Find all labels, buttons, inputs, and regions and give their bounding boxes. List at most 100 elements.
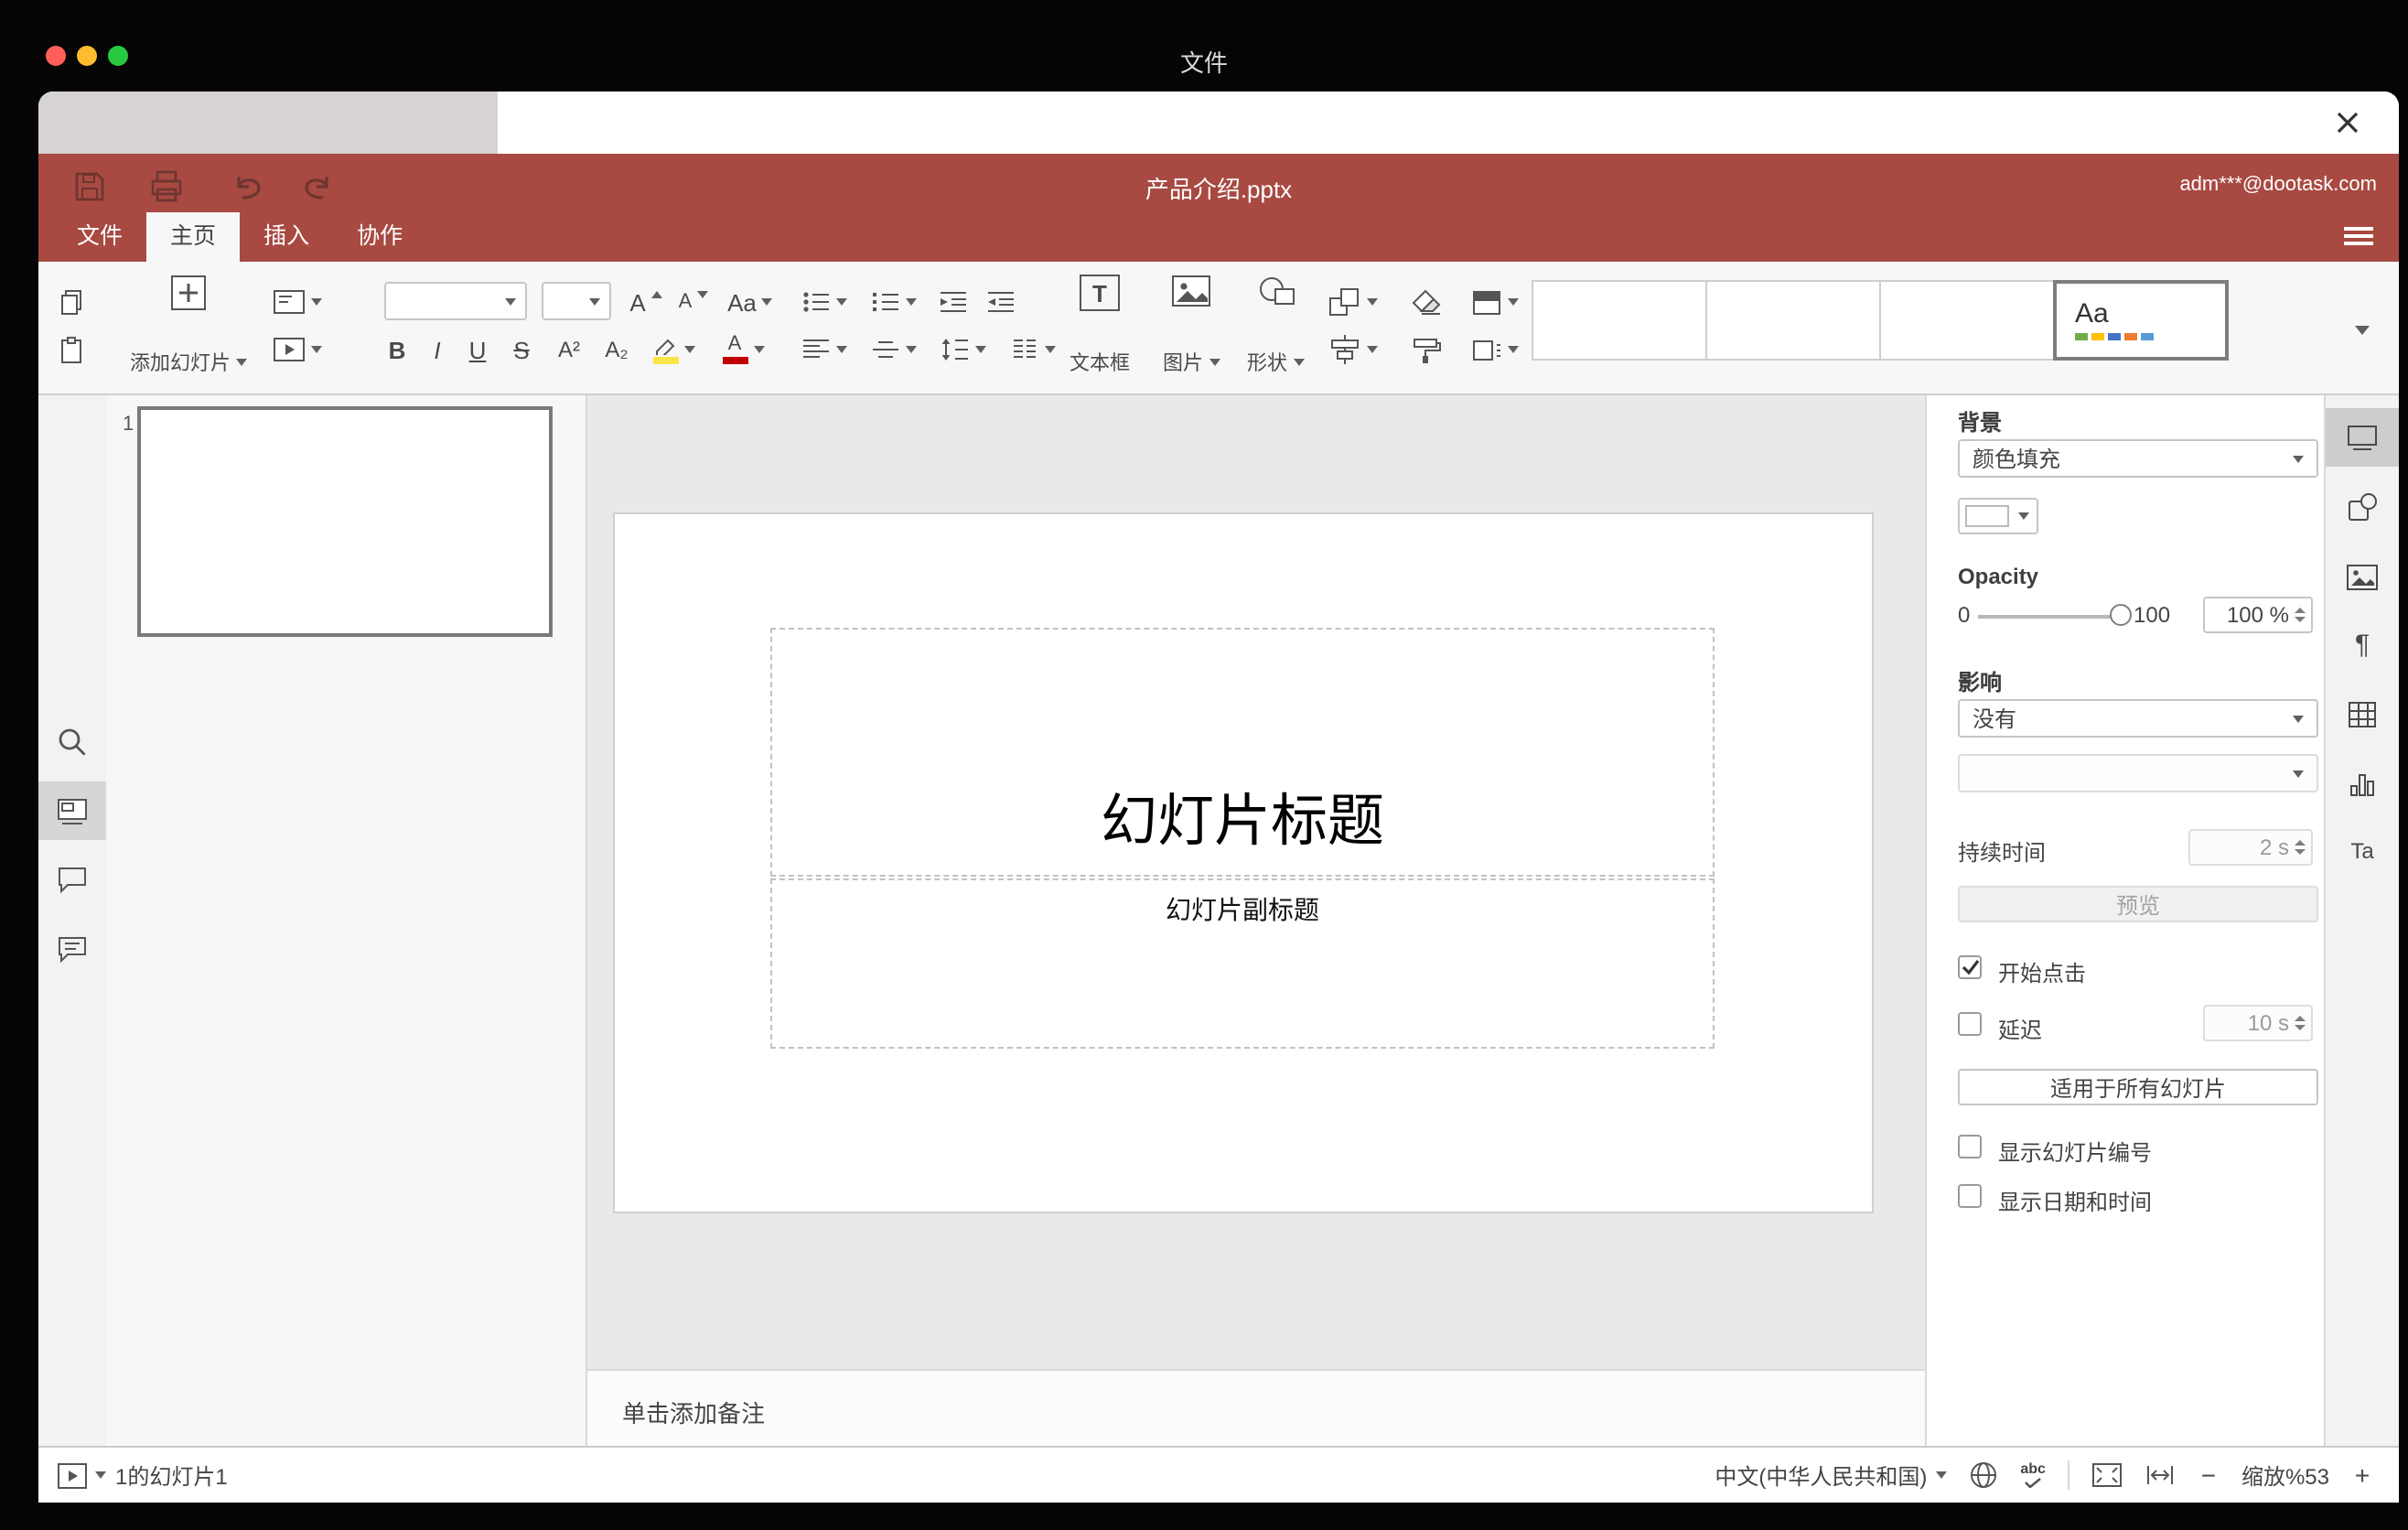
start-on-click-checkbox[interactable] (1958, 955, 1982, 979)
spinner-arrows-icon[interactable] (2295, 607, 2306, 623)
italic-button[interactable]: I (419, 329, 456, 370)
chart-settings-tab[interactable] (2326, 754, 2399, 813)
font-dec-letter: A (678, 290, 693, 312)
spinner-arrows-icon[interactable] (2295, 839, 2306, 856)
search-button[interactable] (38, 712, 106, 770)
numbering-button[interactable] (862, 282, 924, 322)
set-language-button[interactable] (1969, 1460, 1998, 1490)
background-fill-select[interactable]: 颜色填充 (1958, 439, 2318, 478)
bullets-button[interactable] (792, 282, 855, 322)
comments-button[interactable] (38, 851, 106, 910)
window-title: 文件 (1179, 49, 1228, 77)
zoom-in-button[interactable]: + (2351, 1460, 2373, 1490)
image-settings-tab[interactable] (2326, 547, 2399, 606)
subtitle-placeholder[interactable]: 幻灯片副标题 (770, 878, 1715, 1049)
theme-gallery-more-button[interactable] (2340, 309, 2384, 350)
show-slide-number-checkbox[interactable] (1958, 1135, 1982, 1158)
delay-checkbox[interactable] (1958, 1012, 1982, 1036)
slide-fill-button[interactable] (1462, 282, 1528, 322)
line-spacing-button[interactable] (931, 329, 994, 370)
shape-settings-tab[interactable] (2326, 478, 2399, 536)
fill-color-picker[interactable] (1958, 498, 2038, 534)
slide-settings-tab[interactable] (2326, 408, 2399, 467)
columns-button[interactable] (1001, 329, 1063, 370)
title-placeholder[interactable]: 幻灯片标题 (770, 628, 1715, 877)
increase-indent-button[interactable] (979, 282, 1023, 322)
fit-width-button[interactable] (2145, 1462, 2176, 1488)
delay-value: 10 s (2247, 1010, 2289, 1036)
slide-thumbnails-panel: 1 (106, 395, 587, 1446)
clear-style-button[interactable] (1403, 282, 1447, 322)
vertical-align-button[interactable] (862, 329, 924, 370)
spinner-arrows-icon[interactable] (2295, 1015, 2306, 1031)
slide-thumbnail-1[interactable] (137, 406, 553, 637)
slide-layout-button[interactable] (265, 282, 328, 322)
effect-type-select[interactable] (1958, 754, 2318, 792)
tab-home[interactable]: 主页 (146, 212, 241, 262)
language-selector[interactable]: 中文(中华人民共和国) (1715, 1460, 1948, 1491)
subscript-button[interactable]: A₂ (595, 329, 639, 370)
theme-option-3[interactable] (1879, 280, 2055, 361)
align-shape-button[interactable] (1319, 329, 1385, 370)
copy-style-button[interactable] (1403, 329, 1447, 370)
menu-icon[interactable] (2344, 227, 2373, 245)
comment-icon (59, 867, 86, 894)
font-name-combo[interactable] (384, 282, 527, 320)
opacity-slider-knob[interactable] (2110, 604, 2132, 626)
add-slide-button[interactable]: 添加幻灯片 (115, 269, 262, 386)
apply-to-all-slides-button[interactable]: 适用于所有幻灯片 (1958, 1069, 2318, 1105)
slides-panel-button[interactable] (38, 781, 106, 840)
notes-area[interactable]: 单击添加备注 (587, 1369, 1925, 1446)
underline-button[interactable]: U (459, 329, 496, 370)
editor-canvas[interactable]: 幻灯片标题 幻灯片副标题 (587, 395, 1925, 1369)
tab-collaboration[interactable]: 协作 (333, 212, 426, 262)
change-layout-button[interactable] (1462, 329, 1528, 370)
horizontal-align-button[interactable] (792, 329, 855, 370)
duration-value: 2 s (2259, 835, 2289, 860)
slide-canvas[interactable]: 幻灯片标题 幻灯片副标题 (615, 514, 1872, 1212)
slide-title-text: 幻灯片标题 (1101, 789, 1384, 853)
tab-insert[interactable]: 插入 (240, 212, 333, 262)
delay-label: 延迟 (1998, 1018, 2043, 1043)
arrange-shape-button[interactable] (1319, 282, 1385, 322)
theme-option-2[interactable] (1705, 280, 1881, 361)
highlight-color-button[interactable] (642, 329, 704, 370)
insert-image-button[interactable]: 图片 (1151, 269, 1231, 386)
start-slideshow-button[interactable] (265, 329, 328, 370)
textart-settings-tab[interactable]: Ta (2326, 822, 2399, 880)
copy-button[interactable] (49, 282, 93, 322)
chevron-down-icon (974, 346, 985, 353)
fit-slide-button[interactable] (2091, 1462, 2123, 1488)
start-slideshow-status-button[interactable] (57, 1461, 106, 1489)
font-color-button[interactable]: A (712, 329, 774, 370)
close-icon[interactable] (2333, 108, 2362, 137)
preview-button[interactable]: 预览 (1958, 886, 2318, 922)
strikethrough-button[interactable]: S (503, 329, 540, 370)
superscript-button[interactable]: A² (547, 329, 591, 370)
theme-option-selected[interactable]: Aa (2053, 280, 2229, 361)
chevron-down-icon (1366, 298, 1377, 306)
delay-field[interactable]: 10 s (2203, 1005, 2313, 1041)
decrease-indent-button[interactable] (931, 282, 975, 322)
paragraph-settings-tab[interactable]: ¶ (2326, 615, 2399, 673)
effect-select[interactable]: 没有 (1958, 699, 2318, 738)
theme-option-1[interactable] (1532, 280, 1707, 361)
change-case-button[interactable]: Aa (719, 282, 781, 322)
show-date-checkbox[interactable] (1958, 1184, 1982, 1208)
spellcheck-button[interactable]: abc (2020, 1461, 2046, 1488)
tab-file[interactable]: 文件 (53, 212, 146, 262)
paste-button[interactable] (49, 329, 93, 370)
opacity-slider[interactable] (1978, 615, 2124, 619)
insert-shape-button[interactable]: 形状 (1235, 269, 1316, 386)
zoom-value[interactable]: 缩放%53 (2241, 1460, 2329, 1491)
increase-font-button[interactable]: A (624, 282, 668, 322)
opacity-value-field[interactable]: 100 % (2203, 597, 2313, 633)
duration-field[interactable]: 2 s (2188, 829, 2313, 866)
insert-textbox-button[interactable]: T 文本框 (1056, 269, 1144, 386)
bold-button[interactable]: B (379, 329, 415, 370)
table-settings-tab[interactable] (2326, 684, 2399, 743)
font-size-combo[interactable] (542, 282, 611, 320)
chat-button[interactable] (38, 921, 106, 979)
decrease-font-button[interactable]: A (672, 282, 715, 322)
zoom-out-button[interactable]: − (2198, 1460, 2220, 1490)
